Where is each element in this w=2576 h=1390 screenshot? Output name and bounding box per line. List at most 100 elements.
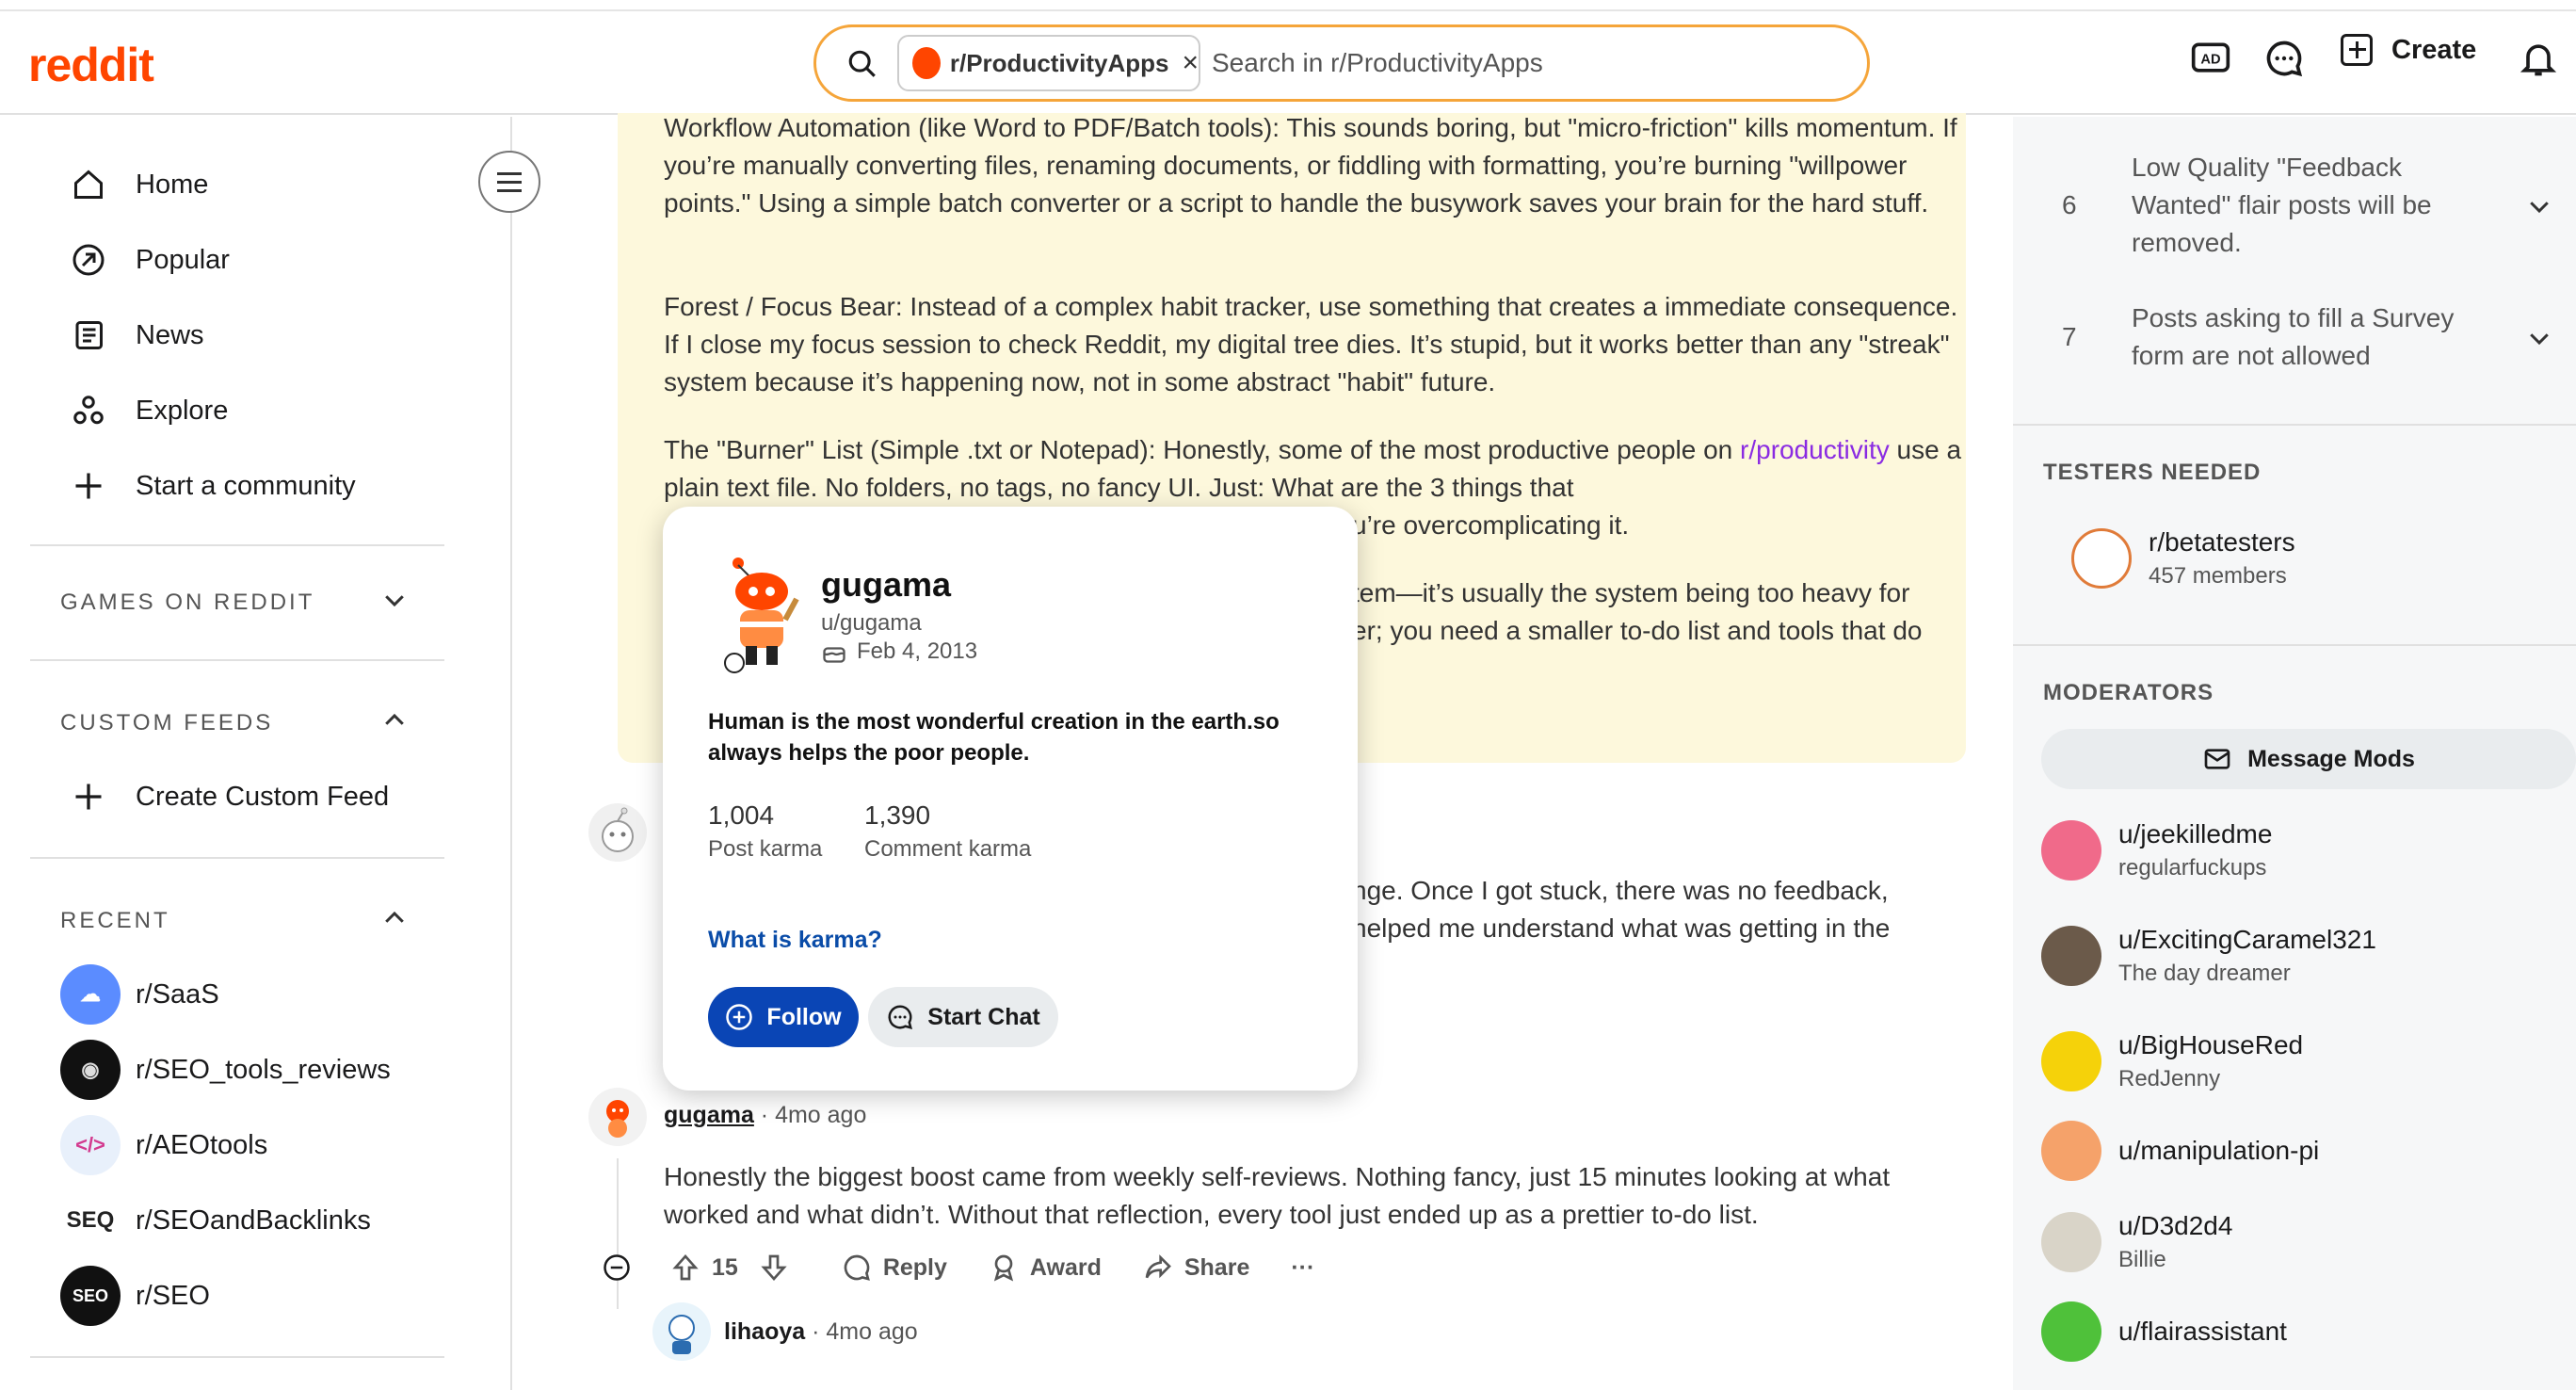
create-custom-feed[interactable]: Create Custom Feed (70, 778, 389, 816)
recent-label: r/SEO (136, 1280, 210, 1311)
recent-header[interactable]: RECENT (60, 908, 170, 934)
start-chat-button[interactable]: Start Chat (868, 987, 1058, 1047)
divider (30, 1356, 444, 1358)
downvote-button[interactable] (759, 1253, 800, 1283)
recent-label: r/SEOandBacklinks (136, 1204, 371, 1236)
nav-start-community[interactable]: Start a community (70, 467, 356, 505)
chevron-down-icon[interactable] (2525, 192, 2553, 220)
vote-count: 15 (712, 1253, 738, 1281)
games-section-header[interactable]: GAMES ON REDDIT (60, 590, 314, 616)
follow-button[interactable]: Follow (708, 987, 859, 1047)
moderator-item[interactable]: u/D3d2d4 Billie (2041, 1211, 2232, 1273)
nav-home-label: Home (136, 169, 209, 200)
cake-icon (823, 647, 845, 663)
divider (30, 544, 444, 546)
comment-author[interactable]: gugama (664, 1102, 754, 1128)
custom-feeds-header[interactable]: CUSTOM FEEDS (60, 710, 273, 736)
moderator-item[interactable]: u/ExcitingCaramel321 The day dreamer (2041, 925, 2376, 987)
moderator-name: u/BigHouseRed (2118, 1030, 2304, 1059)
nav-explore-label: Explore (136, 395, 229, 426)
recent-item-seo-tools-reviews[interactable]: ◉ r/SEO_tools_reviews (60, 1040, 391, 1100)
collapse-sidebar-button[interactable] (478, 151, 540, 213)
nav-start-community-label: Start a community (136, 470, 356, 501)
divider (2013, 424, 2576, 426)
moderator-item[interactable]: u/BigHouseRed RedJenny (2041, 1030, 2303, 1092)
plus-circle-icon (726, 1004, 753, 1030)
avatar[interactable] (652, 1301, 712, 1362)
avatar[interactable] (588, 1087, 648, 1147)
news-icon (75, 321, 103, 349)
search-icon (848, 50, 876, 77)
moderator-flair: Billie (2118, 1247, 2166, 1272)
chevron-up-icon[interactable] (380, 706, 409, 735)
seo-logo-icon: SEQ (60, 1190, 121, 1251)
svg-text:AD: AD (2200, 53, 2220, 68)
comment-karma-label: Comment karma (864, 836, 1032, 862)
what-is-karma-link[interactable]: What is karma? (708, 927, 882, 954)
recent-item-seoandbacklinks[interactable]: SEQ r/SEOandBacklinks (60, 1190, 371, 1251)
avatar[interactable] (588, 802, 648, 863)
chevron-up-icon[interactable] (380, 904, 409, 932)
post-paragraph: The "Burner" List (Simple .txt or Notepa… (664, 431, 1963, 507)
community-avatar-icon (912, 47, 941, 79)
search-bar[interactable]: r/ProductivityApps × Search in r/Product… (813, 24, 1870, 102)
reply-label: Reply (882, 1253, 947, 1281)
more-options-button[interactable]: ··· (1291, 1254, 1314, 1282)
comment-author[interactable]: lihaoya (724, 1318, 805, 1345)
comment-meta: gugama · 4mo ago (664, 1102, 867, 1128)
user-avatar[interactable] (719, 554, 804, 676)
create-button[interactable]: Create (2341, 34, 2476, 66)
nav-popular[interactable]: Popular (70, 241, 230, 279)
nav-explore[interactable]: Explore (70, 392, 228, 429)
avatar (2041, 1301, 2101, 1362)
moderator-name: u/D3d2d4 (2118, 1211, 2233, 1240)
chevron-down-icon[interactable] (2525, 324, 2553, 352)
testers-community[interactable]: r/betatesters 457 members (2071, 527, 2295, 590)
rule-item[interactable]: 6 Low Quality "Feedback Wanted" flair po… (2062, 149, 2552, 262)
nav-news[interactable]: News (70, 316, 204, 354)
minus-circle-icon (604, 1254, 630, 1281)
member-count: 457 members (2149, 563, 2287, 589)
moderator-item[interactable]: u/manipulation-pi (2041, 1121, 2319, 1181)
plus-icon (75, 784, 102, 810)
chevron-down-icon[interactable] (380, 586, 409, 614)
nav-popular-label: Popular (136, 244, 230, 275)
nav-home[interactable]: Home (70, 166, 208, 203)
upvote-button[interactable]: 15 (670, 1253, 738, 1283)
start-chat-label: Start Chat (927, 1003, 1040, 1030)
reddit-logo[interactable]: reddit (28, 38, 154, 92)
join-date: Feb 4, 2013 (857, 638, 978, 664)
community-name: r/betatesters (2149, 527, 2295, 557)
downvote-icon (761, 1254, 787, 1282)
community-filter-chip[interactable]: r/ProductivityApps × (897, 35, 1200, 91)
search-placeholder[interactable]: Search in r/ProductivityApps (1212, 48, 1543, 78)
award-button[interactable]: Award (989, 1253, 1102, 1283)
follow-label: Follow (766, 1003, 842, 1030)
community-chip-label: r/ProductivityApps (949, 48, 1169, 77)
moderator-item[interactable]: u/flairassistant (2041, 1301, 2287, 1362)
recent-item-seo[interactable]: SEO r/SEO (60, 1266, 210, 1326)
bell-icon[interactable] (2518, 38, 2559, 79)
subreddit-link[interactable]: r/productivity (1740, 435, 1890, 464)
recent-item-saas[interactable]: ☁ r/SaaS (60, 964, 219, 1025)
post-karma-label: Post karma (708, 836, 823, 862)
comment-text-fragment: nge. Once I got stuck, there was no feed… (1352, 876, 1889, 905)
share-button[interactable]: Share (1143, 1253, 1249, 1283)
popular-icon (72, 244, 105, 276)
recent-item-aeotools[interactable]: </> r/AEOtools (60, 1115, 267, 1175)
message-mods-button[interactable]: Message Mods (2041, 729, 2576, 789)
close-icon[interactable]: × (1182, 47, 1199, 79)
rule-number: 6 (2062, 190, 2077, 219)
thread-line[interactable] (617, 1158, 619, 1309)
chat-icon[interactable] (2263, 38, 2305, 79)
collapse-thread-button[interactable] (603, 1253, 642, 1282)
rule-item[interactable]: 7 Posts asking to fill a Survey form are… (2062, 299, 2552, 375)
post-paragraph: Forest / Focus Bear: Instead of a comple… (664, 292, 1958, 396)
advertise-icon[interactable]: AD (2190, 38, 2231, 79)
create-label: Create (2391, 34, 2477, 65)
moderator-item[interactable]: u/jeekilledme regularfuckups (2041, 819, 2272, 881)
moderators-header: MODERATORS (2043, 680, 2214, 705)
comment-text-fragment: helped me understand what was getting in… (1352, 913, 1891, 943)
moderator-name: u/ExcitingCaramel321 (2118, 925, 2376, 954)
reply-button[interactable]: Reply (842, 1253, 947, 1283)
